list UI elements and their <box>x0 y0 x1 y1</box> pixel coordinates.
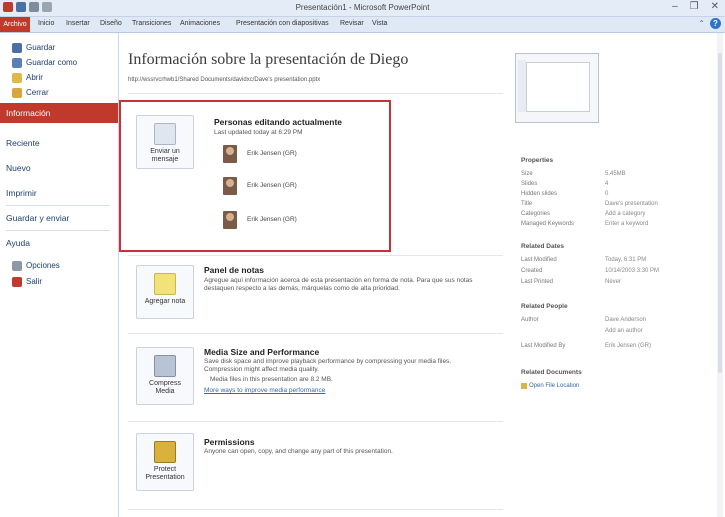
page-title: Información sobre la presentación de Die… <box>128 51 409 68</box>
slide-thumbnail <box>515 53 599 123</box>
avatar <box>223 177 237 195</box>
prop-key: Last Modified By <box>521 343 566 349</box>
notes-heading: Panel de notas <box>204 265 264 275</box>
open-file-location-link[interactable]: Open File Location <box>529 383 579 389</box>
related-dates-heading: Related Dates <box>521 243 564 250</box>
nav-divider <box>6 205 110 206</box>
divider <box>128 333 503 334</box>
lock-icon <box>154 441 176 463</box>
note-icon <box>154 273 176 295</box>
divider <box>128 93 503 94</box>
prop-key: Last Printed <box>521 279 554 285</box>
window-title: Presentación1 - Microsoft PowerPoint <box>295 3 430 12</box>
prop-key: Last Modified <box>521 257 557 263</box>
thumbnail-slide <box>526 62 590 112</box>
add-note-button[interactable]: Agregar nota <box>136 265 194 319</box>
prop-value: Today, 6:31 PM <box>605 257 647 263</box>
nav-save-send[interactable]: Guardar y enviar <box>0 208 118 228</box>
permissions-heading: Permissions <box>204 437 255 447</box>
related-people-heading: Related People <box>521 303 568 310</box>
divider <box>128 421 503 422</box>
tab-home[interactable]: Inicio <box>38 20 54 27</box>
prop-value: Never <box>605 279 622 285</box>
permissions-description: Anyone can open, copy, and change any pa… <box>204 448 393 455</box>
tab-animations[interactable]: Animaciones <box>180 20 220 27</box>
nav-info[interactable]: Información <box>0 103 118 123</box>
prop-value[interactable]: Dave's presentation <box>605 201 658 207</box>
exit-icon <box>12 277 22 287</box>
prop-key: Title <box>521 201 533 207</box>
prop-key: Created <box>521 268 543 274</box>
properties-pane: Properties Size 5.45MB Slides 4 Hidden s… <box>505 33 725 517</box>
message-icon <box>154 123 176 145</box>
editing-updated: Last updated today at 6:29 PM <box>214 129 303 136</box>
prop-value[interactable]: Add a category <box>605 211 645 217</box>
avatar <box>223 145 237 163</box>
nav-new[interactable]: Nuevo <box>0 158 118 178</box>
protect-presentation-button[interactable]: Protect Presentation <box>136 433 194 491</box>
backstage-nav: Guardar Guardar como Abrir Cerrar Inform… <box>0 33 119 517</box>
prop-value: 0 <box>605 191 609 197</box>
prop-key: Size <box>521 171 533 177</box>
window-controls: – ❐ ✕ <box>672 1 719 12</box>
related-documents-heading: Related Documents <box>521 369 582 376</box>
nav-print[interactable]: Imprimir <box>0 183 118 203</box>
file-path: http://wssrvcrhwb1/Shared Documents/davi… <box>128 77 321 83</box>
tab-insert[interactable]: Insertar <box>66 20 90 27</box>
divider <box>128 509 503 510</box>
compress-media-button[interactable]: Compress Media <box>136 347 194 405</box>
maximize-button[interactable]: ❐ <box>690 1 699 12</box>
save-icon <box>12 43 22 53</box>
send-message-button[interactable]: Enviar un mensaje <box>136 115 194 169</box>
prop-value[interactable]: Erik Jensen (GR) <box>605 343 651 349</box>
thumbnail-slide-list <box>518 60 526 112</box>
options-icon <box>12 261 22 271</box>
prop-key: Hidden slides <box>521 191 558 197</box>
notes-description: Agregue aquí información acerca de esta … <box>204 277 473 292</box>
nav-help[interactable]: Ayuda <box>0 233 118 253</box>
compress-media-icon <box>154 355 176 377</box>
media-description: Save disk space and improve playback per… <box>204 358 452 373</box>
folder-icon <box>12 73 22 83</box>
media-performance-link[interactable]: More ways to improve media performance <box>204 387 325 394</box>
prop-value[interactable]: Enter a keyword <box>605 221 648 227</box>
ribbon-tabs: Archivo Inicio Insertar Diseño Transicio… <box>0 17 725 33</box>
media-heading: Media Size and Performance <box>204 347 320 357</box>
tab-view[interactable]: Vista <box>372 20 387 27</box>
prop-key: Author <box>521 317 539 323</box>
properties-heading[interactable]: Properties <box>521 157 553 164</box>
help-icon[interactable]: ? <box>710 18 721 29</box>
prop-key: Managed Keywords <box>521 221 575 227</box>
prop-value: 5.45MB <box>605 171 626 177</box>
prop-key: Categories <box>521 211 551 217</box>
prop-value[interactable]: Dave Anderson <box>605 317 646 323</box>
media-size-note: Media files in this presentation are 8.2… <box>210 376 333 383</box>
close-file-icon <box>12 88 22 98</box>
prop-value: 10/14/2003 3:30 PM <box>605 268 660 274</box>
tab-design[interactable]: Diseño <box>100 20 122 27</box>
tab-slideshow[interactable]: Presentación con diapositivas <box>236 20 329 27</box>
tab-file[interactable]: Archivo <box>0 17 30 32</box>
info-pane: Información sobre la presentación de Die… <box>119 33 505 517</box>
close-button[interactable]: ✕ <box>711 1 719 12</box>
scrollbar[interactable] <box>717 33 723 517</box>
avatar <box>223 211 237 229</box>
editing-heading: Personas editando actualmente <box>214 117 343 127</box>
minimize-ribbon-icon[interactable]: ⌃ <box>698 19 705 28</box>
divider <box>128 255 503 256</box>
tab-review[interactable]: Revisar <box>340 20 364 27</box>
add-author-link[interactable]: Add an author <box>605 328 643 334</box>
save-as-icon <box>12 58 22 68</box>
nav-recent[interactable]: Reciente <box>0 133 118 153</box>
folder-icon <box>521 383 527 389</box>
prop-key: Slides <box>521 181 538 187</box>
minimize-button[interactable]: – <box>672 1 678 12</box>
tab-transitions[interactable]: Transiciones <box>132 20 171 27</box>
nav-divider <box>6 230 110 231</box>
prop-value: 4 <box>605 181 609 187</box>
title-bar: Presentación1 - Microsoft PowerPoint – ❐… <box>0 0 725 17</box>
scrollbar-thumb[interactable] <box>718 53 722 373</box>
